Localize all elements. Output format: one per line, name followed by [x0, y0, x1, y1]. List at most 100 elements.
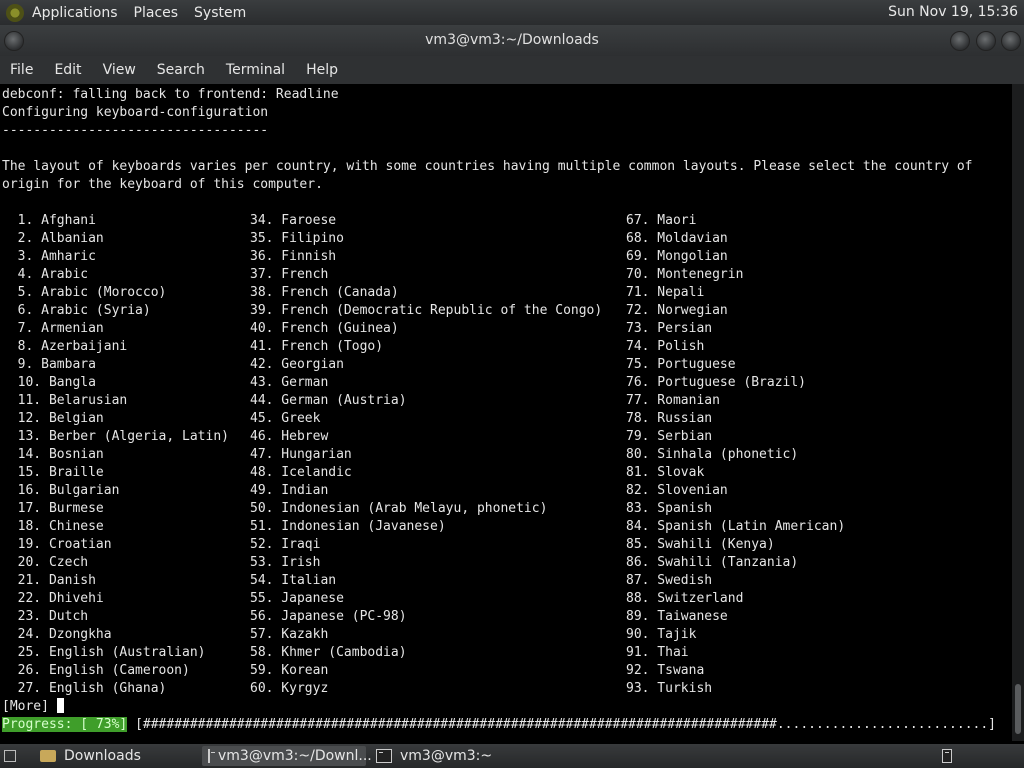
- layout-option: 13. Berber (Algeria, Latin): [2, 429, 229, 444]
- layout-option: 50. Indonesian (Arab Melayu, phonetic): [250, 501, 548, 516]
- layout-option: 76. Portuguese (Brazil): [626, 375, 807, 390]
- layout-option: 92. Tswana: [626, 663, 705, 678]
- layout-option: 39. French (Democratic Republic of the C…: [250, 303, 603, 318]
- layout-option: 79. Serbian: [626, 429, 713, 444]
- menu-file[interactable]: File: [10, 62, 33, 78]
- layout-option: 82. Slovenian: [626, 483, 728, 498]
- terminal-cursor: [56, 698, 64, 713]
- layout-option: 5. Arabic (Morocco): [2, 285, 167, 300]
- layout-option: 9. Bambara: [2, 357, 96, 372]
- layout-option: 15. Braille: [2, 465, 104, 480]
- layout-option: 46. Hebrew: [250, 429, 329, 444]
- layout-option: 35. Filipino: [250, 231, 344, 246]
- clock[interactable]: Sun Nov 19, 15:36: [888, 0, 1018, 25]
- layout-option: 4. Arabic: [2, 267, 89, 282]
- layout-option: 53. Irish: [250, 555, 321, 570]
- terminal-line: debconf: falling back to frontend: Readl…: [2, 87, 339, 102]
- layout-option: 88. Switzerland: [626, 591, 744, 606]
- layout-option: 26. English (Cameroon): [2, 663, 190, 678]
- layout-option: 89. Taiwanese: [626, 609, 728, 624]
- terminal-output[interactable]: debconf: falling back to frontend: Readl…: [0, 84, 1012, 761]
- layout-option: 77. Romanian: [626, 393, 720, 408]
- places-menu[interactable]: Places: [134, 5, 179, 21]
- taskbar-item-terminal-downloads[interactable]: vm3@vm3:~/Downl...: [202, 746, 372, 766]
- layout-option: 87. Swedish: [626, 573, 713, 588]
- window-title: vm3@vm3:~/Downloads: [425, 32, 599, 48]
- layout-option: 18. Chinese: [2, 519, 104, 534]
- layout-option: 51. Indonesian (Javanese): [250, 519, 446, 534]
- layout-option: 22. Dhivehi: [2, 591, 104, 606]
- layout-option: 60. Kyrgyz: [250, 681, 329, 696]
- show-desktop-button[interactable]: [0, 746, 32, 766]
- top-panel: Applications Places System Sun Nov 19, 1…: [0, 0, 1024, 25]
- layout-option: 72. Norwegian: [626, 303, 728, 318]
- taskbar-item-downloads[interactable]: Downloads: [34, 746, 200, 766]
- system-menu[interactable]: System: [194, 5, 246, 21]
- layout-option: 38. French (Canada): [250, 285, 399, 300]
- layout-option: 42. Georgian: [250, 357, 344, 372]
- layout-option: 21. Danish: [2, 573, 96, 588]
- layout-list-column-2: 34. Faroese 35. Filipino 36. Finnish 37. Fr…: [250, 212, 602, 698]
- layout-option: 91. Thai: [626, 645, 689, 660]
- layout-option: 80. Sinhala (phonetic): [626, 447, 799, 462]
- workspace-switcher[interactable]: [936, 746, 960, 766]
- layout-option: 17. Burmese: [2, 501, 104, 516]
- layout-option: 14. Bosnian: [2, 447, 104, 462]
- layout-option: 3. Amharic: [2, 249, 96, 264]
- menu-terminal[interactable]: Terminal: [226, 62, 285, 78]
- layout-option: 20. Czech: [2, 555, 89, 570]
- menu-edit[interactable]: Edit: [54, 62, 81, 78]
- layout-option: 54. Italian: [250, 573, 337, 588]
- taskbar-item-label: Downloads: [64, 748, 141, 764]
- bottom-panel: Downloads vm3@vm3:~/Downl... vm3@vm3:~: [0, 744, 1024, 768]
- layout-option: 71. Nepali: [626, 285, 705, 300]
- menu-view[interactable]: View: [103, 62, 136, 78]
- terminal-scrollbar[interactable]: [1012, 84, 1024, 741]
- layout-option: 68. Moldavian: [626, 231, 728, 246]
- taskbar-item-terminal-home[interactable]: vm3@vm3:~: [370, 746, 520, 766]
- menu-help[interactable]: Help: [306, 62, 338, 78]
- terminal-line: origin for the keyboard of this computer…: [2, 177, 323, 192]
- layout-option: 34. Faroese: [250, 213, 337, 228]
- layout-option: 40. French (Guinea): [250, 321, 399, 336]
- terminal-menubar: File Edit View Search Terminal Help: [0, 56, 1024, 84]
- layout-option: 37. French: [250, 267, 329, 282]
- layout-option: 59. Korean: [250, 663, 329, 678]
- layout-option: 23. Dutch: [2, 609, 89, 624]
- progress-bar: [#######################################…: [135, 717, 996, 732]
- applications-menu[interactable]: Applications: [32, 5, 118, 21]
- layout-option: 56. Japanese (PC-98): [250, 609, 407, 624]
- progress-label: Progress: [ 73%]: [2, 717, 128, 732]
- more-prompt-line: [More]: [2, 698, 64, 716]
- layout-option: 52. Iraqi: [250, 537, 321, 552]
- layout-list-column-3: 67. Maori 68. Moldavian 69. Mongolian 70. M…: [626, 212, 845, 698]
- layout-option: 85. Swahili (Kenya): [626, 537, 775, 552]
- layout-option: 16. Bulgarian: [2, 483, 120, 498]
- layout-option: 69. Mongolian: [626, 249, 728, 264]
- scrollbar-thumb[interactable]: [1015, 684, 1021, 734]
- layout-option: 12. Belgian: [2, 411, 104, 426]
- distro-logo-icon[interactable]: [6, 3, 24, 22]
- top-panel-menus: Applications Places System: [6, 0, 262, 25]
- terminal-icon: [208, 749, 215, 763]
- layout-option: 27. English (Ghana): [2, 681, 167, 696]
- layout-option: 25. English (Australian): [2, 645, 206, 660]
- window-titlebar[interactable]: vm3@vm3:~/Downloads: [0, 25, 1024, 56]
- layout-option: 44. German (Austria): [250, 393, 407, 408]
- layout-option: 36. Finnish: [250, 249, 337, 264]
- layout-option: 78. Russian: [626, 411, 713, 426]
- close-button[interactable]: [1001, 31, 1021, 51]
- layout-option: 55. Japanese: [250, 591, 344, 606]
- layout-option: 45. Greek: [250, 411, 321, 426]
- layout-option: 86. Swahili (Tanzania): [626, 555, 799, 570]
- menu-search[interactable]: Search: [157, 62, 205, 78]
- maximize-button[interactable]: [976, 31, 996, 51]
- minimize-button[interactable]: [950, 31, 970, 51]
- terminal-line: The layout of keyboards varies per count…: [2, 159, 973, 174]
- layout-option: 43. German: [250, 375, 329, 390]
- folder-icon: [40, 750, 56, 762]
- layout-option: 90. Tajik: [626, 627, 697, 642]
- layout-option: 41. French (Togo): [250, 339, 384, 354]
- layout-option: 57. Kazakh: [250, 627, 329, 642]
- layout-option: 11. Belarusian: [2, 393, 128, 408]
